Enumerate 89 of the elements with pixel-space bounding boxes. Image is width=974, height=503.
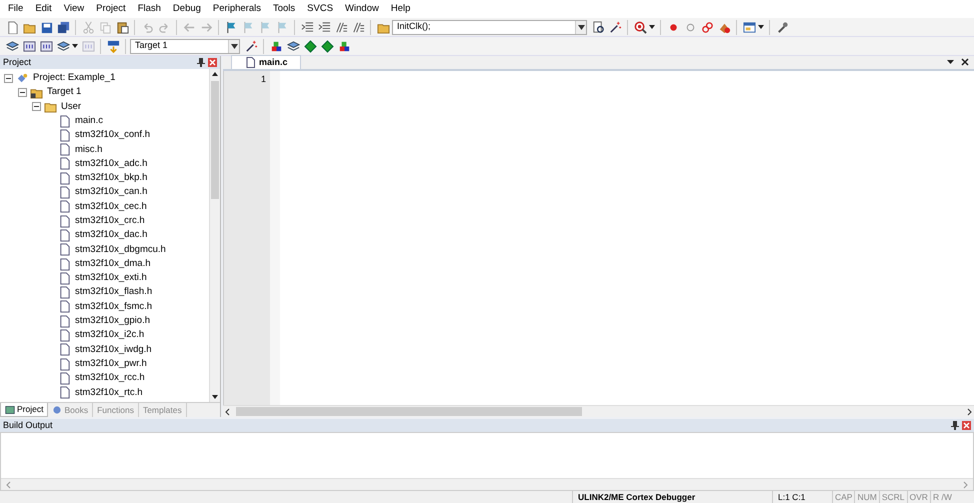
pane-title: Project [3, 56, 32, 69]
expander-icon[interactable] [32, 102, 41, 112]
search-combo[interactable]: InitClk(); [392, 20, 587, 34]
tree-item[interactable]: stm32f10x_cec.h [75, 200, 147, 214]
project-icon [16, 72, 29, 85]
file-icon [58, 286, 71, 300]
expander-icon[interactable] [4, 74, 13, 83]
status-text: ULINK2/ME Cortex Debugger [572, 491, 732, 503]
expander-icon[interactable] [18, 88, 27, 97]
file-icon [58, 372, 71, 385]
panel-tab[interactable]: Project [0, 403, 48, 417]
line-number: 1 [260, 73, 266, 86]
close-icon[interactable] [961, 58, 969, 66]
tree-item[interactable]: stm32f10x_dma.h [75, 256, 151, 272]
file-icon [58, 214, 71, 228]
diamond-icon[interactable] [302, 38, 318, 54]
file-icon [58, 300, 71, 314]
file-icon [58, 328, 71, 342]
tree-item[interactable]: stm32f10x_crc.h [75, 214, 145, 228]
file-icon [58, 358, 71, 371]
tree-item[interactable]: stm32f10x_exti.h [75, 271, 147, 286]
menu-item[interactable]: SVCS [301, 2, 340, 16]
file-icon [58, 386, 71, 400]
tree-item[interactable]: stm32f10x_pwr.h [75, 356, 147, 372]
file-icon [58, 243, 71, 256]
save-all-icon[interactable] [55, 19, 71, 35]
rings-icon[interactable] [699, 19, 715, 35]
tree-item[interactable]: User [61, 100, 82, 114]
tree-item[interactable]: stm32f10x_conf.h [75, 128, 150, 142]
panel-icon [5, 404, 15, 414]
tree-item[interactable]: stm32f10x_gpio.h [75, 314, 150, 328]
menu-item[interactable]: Tools [266, 2, 302, 16]
globe-icon [52, 405, 62, 415]
file-icon [58, 314, 71, 328]
menu-item[interactable]: File [2, 2, 30, 16]
file-icon [58, 343, 71, 356]
file-icon [58, 200, 71, 214]
pin-icon[interactable] [951, 421, 959, 430]
menu-item[interactable]: Peripherals [206, 2, 267, 16]
status-text: L:1 C:1 [772, 491, 832, 503]
file-icon [58, 258, 71, 270]
tree-item[interactable]: stm32f10x_fsmc.h [75, 300, 152, 314]
status-text: CAP [832, 491, 854, 503]
file-icon [58, 143, 71, 156]
tree-item[interactable]: misc.h [75, 142, 102, 157]
dropdown-icon[interactable] [228, 40, 239, 52]
status-text: R /W [930, 491, 954, 503]
file-icon [58, 228, 71, 242]
tree-item[interactable]: stm32f10x_iwdg.h [75, 342, 152, 357]
tree-item[interactable]: stm32f10x_rcc.h [75, 371, 145, 386]
file-icon [246, 57, 255, 68]
tree-item[interactable]: stm32f10x_i2c.h [75, 328, 144, 343]
dropdown-icon[interactable] [575, 20, 586, 34]
status-text: NUM [854, 491, 879, 503]
file-icon [58, 157, 71, 170]
load-icon[interactable] [105, 38, 121, 54]
tree-item[interactable]: stm32f10x_dac.h [75, 228, 148, 243]
target-select[interactable]: Target 1 [130, 38, 240, 54]
file-icon [58, 128, 71, 142]
tree-item[interactable]: stm32f10x_adc.h [75, 156, 148, 172]
menu-item[interactable]: Edit [29, 2, 58, 16]
pin-icon[interactable] [197, 58, 205, 67]
file-icon [58, 114, 71, 128]
code-editor[interactable]: 1 [223, 71, 974, 405]
scrollbar[interactable] [209, 69, 220, 402]
pane-title: Build Output [3, 418, 53, 432]
tree-item[interactable]: stm32f10x_flash.h [75, 285, 152, 300]
file-icon [58, 272, 71, 285]
tree-item[interactable]: main.c [75, 114, 103, 128]
tree-item[interactable]: stm32f10x_dbgmcu.h [75, 242, 166, 257]
menu-item[interactable]: Flash [132, 2, 167, 16]
status-text: SCRL [878, 491, 907, 503]
debug-icon[interactable] [632, 19, 648, 35]
menu-item[interactable]: Help [384, 2, 416, 16]
tree-item[interactable]: stm32f10x_rtc.h [75, 386, 143, 400]
diamond-icon[interactable] [319, 38, 335, 54]
tree-item[interactable]: stm32f10x_bkp.h [75, 171, 148, 186]
menu-item[interactable]: Window [339, 2, 385, 16]
menu-item[interactable]: Project [90, 2, 132, 16]
tree-item[interactable]: Target 1 [47, 85, 82, 100]
menu-item[interactable]: View [58, 2, 90, 16]
file-icon [58, 186, 71, 200]
status-text: OVR [906, 491, 930, 503]
scrollbar[interactable] [223, 405, 974, 417]
tree-item[interactable]: stm32f10x_can.h [75, 185, 148, 200]
editor-tab[interactable]: main.c [231, 55, 301, 69]
file-icon [58, 172, 71, 185]
menu-item[interactable]: Debug [166, 2, 207, 16]
tree-item[interactable]: Project: Example_1 [33, 71, 116, 86]
